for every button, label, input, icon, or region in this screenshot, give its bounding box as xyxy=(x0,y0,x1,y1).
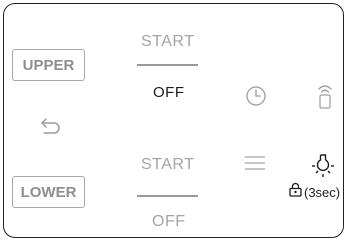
oven-lamp-icon[interactable] xyxy=(316,83,334,109)
lower-oven-button[interactable]: LOWER xyxy=(12,176,85,208)
lock-icon xyxy=(289,182,302,202)
menu-lines-icon[interactable] xyxy=(244,155,266,171)
back-arrow-icon[interactable] xyxy=(40,117,62,135)
light-bulb-icon[interactable] xyxy=(311,153,335,177)
control-panel: UPPER LOWER START OFF START OFF (3sec) xyxy=(3,3,344,238)
upper-start-label[interactable]: START xyxy=(141,33,194,51)
lower-off-label[interactable]: OFF xyxy=(152,213,186,231)
lock-hint[interactable]: (3sec) xyxy=(289,182,340,202)
upper-oven-button[interactable]: UPPER xyxy=(12,49,85,81)
upper-off-label[interactable]: OFF xyxy=(153,84,185,101)
lower-divider xyxy=(137,195,198,197)
lower-start-label[interactable]: START xyxy=(141,156,194,174)
lock-duration-label: (3sec) xyxy=(304,184,341,200)
upper-divider xyxy=(137,64,198,66)
clock-icon[interactable] xyxy=(245,85,267,107)
